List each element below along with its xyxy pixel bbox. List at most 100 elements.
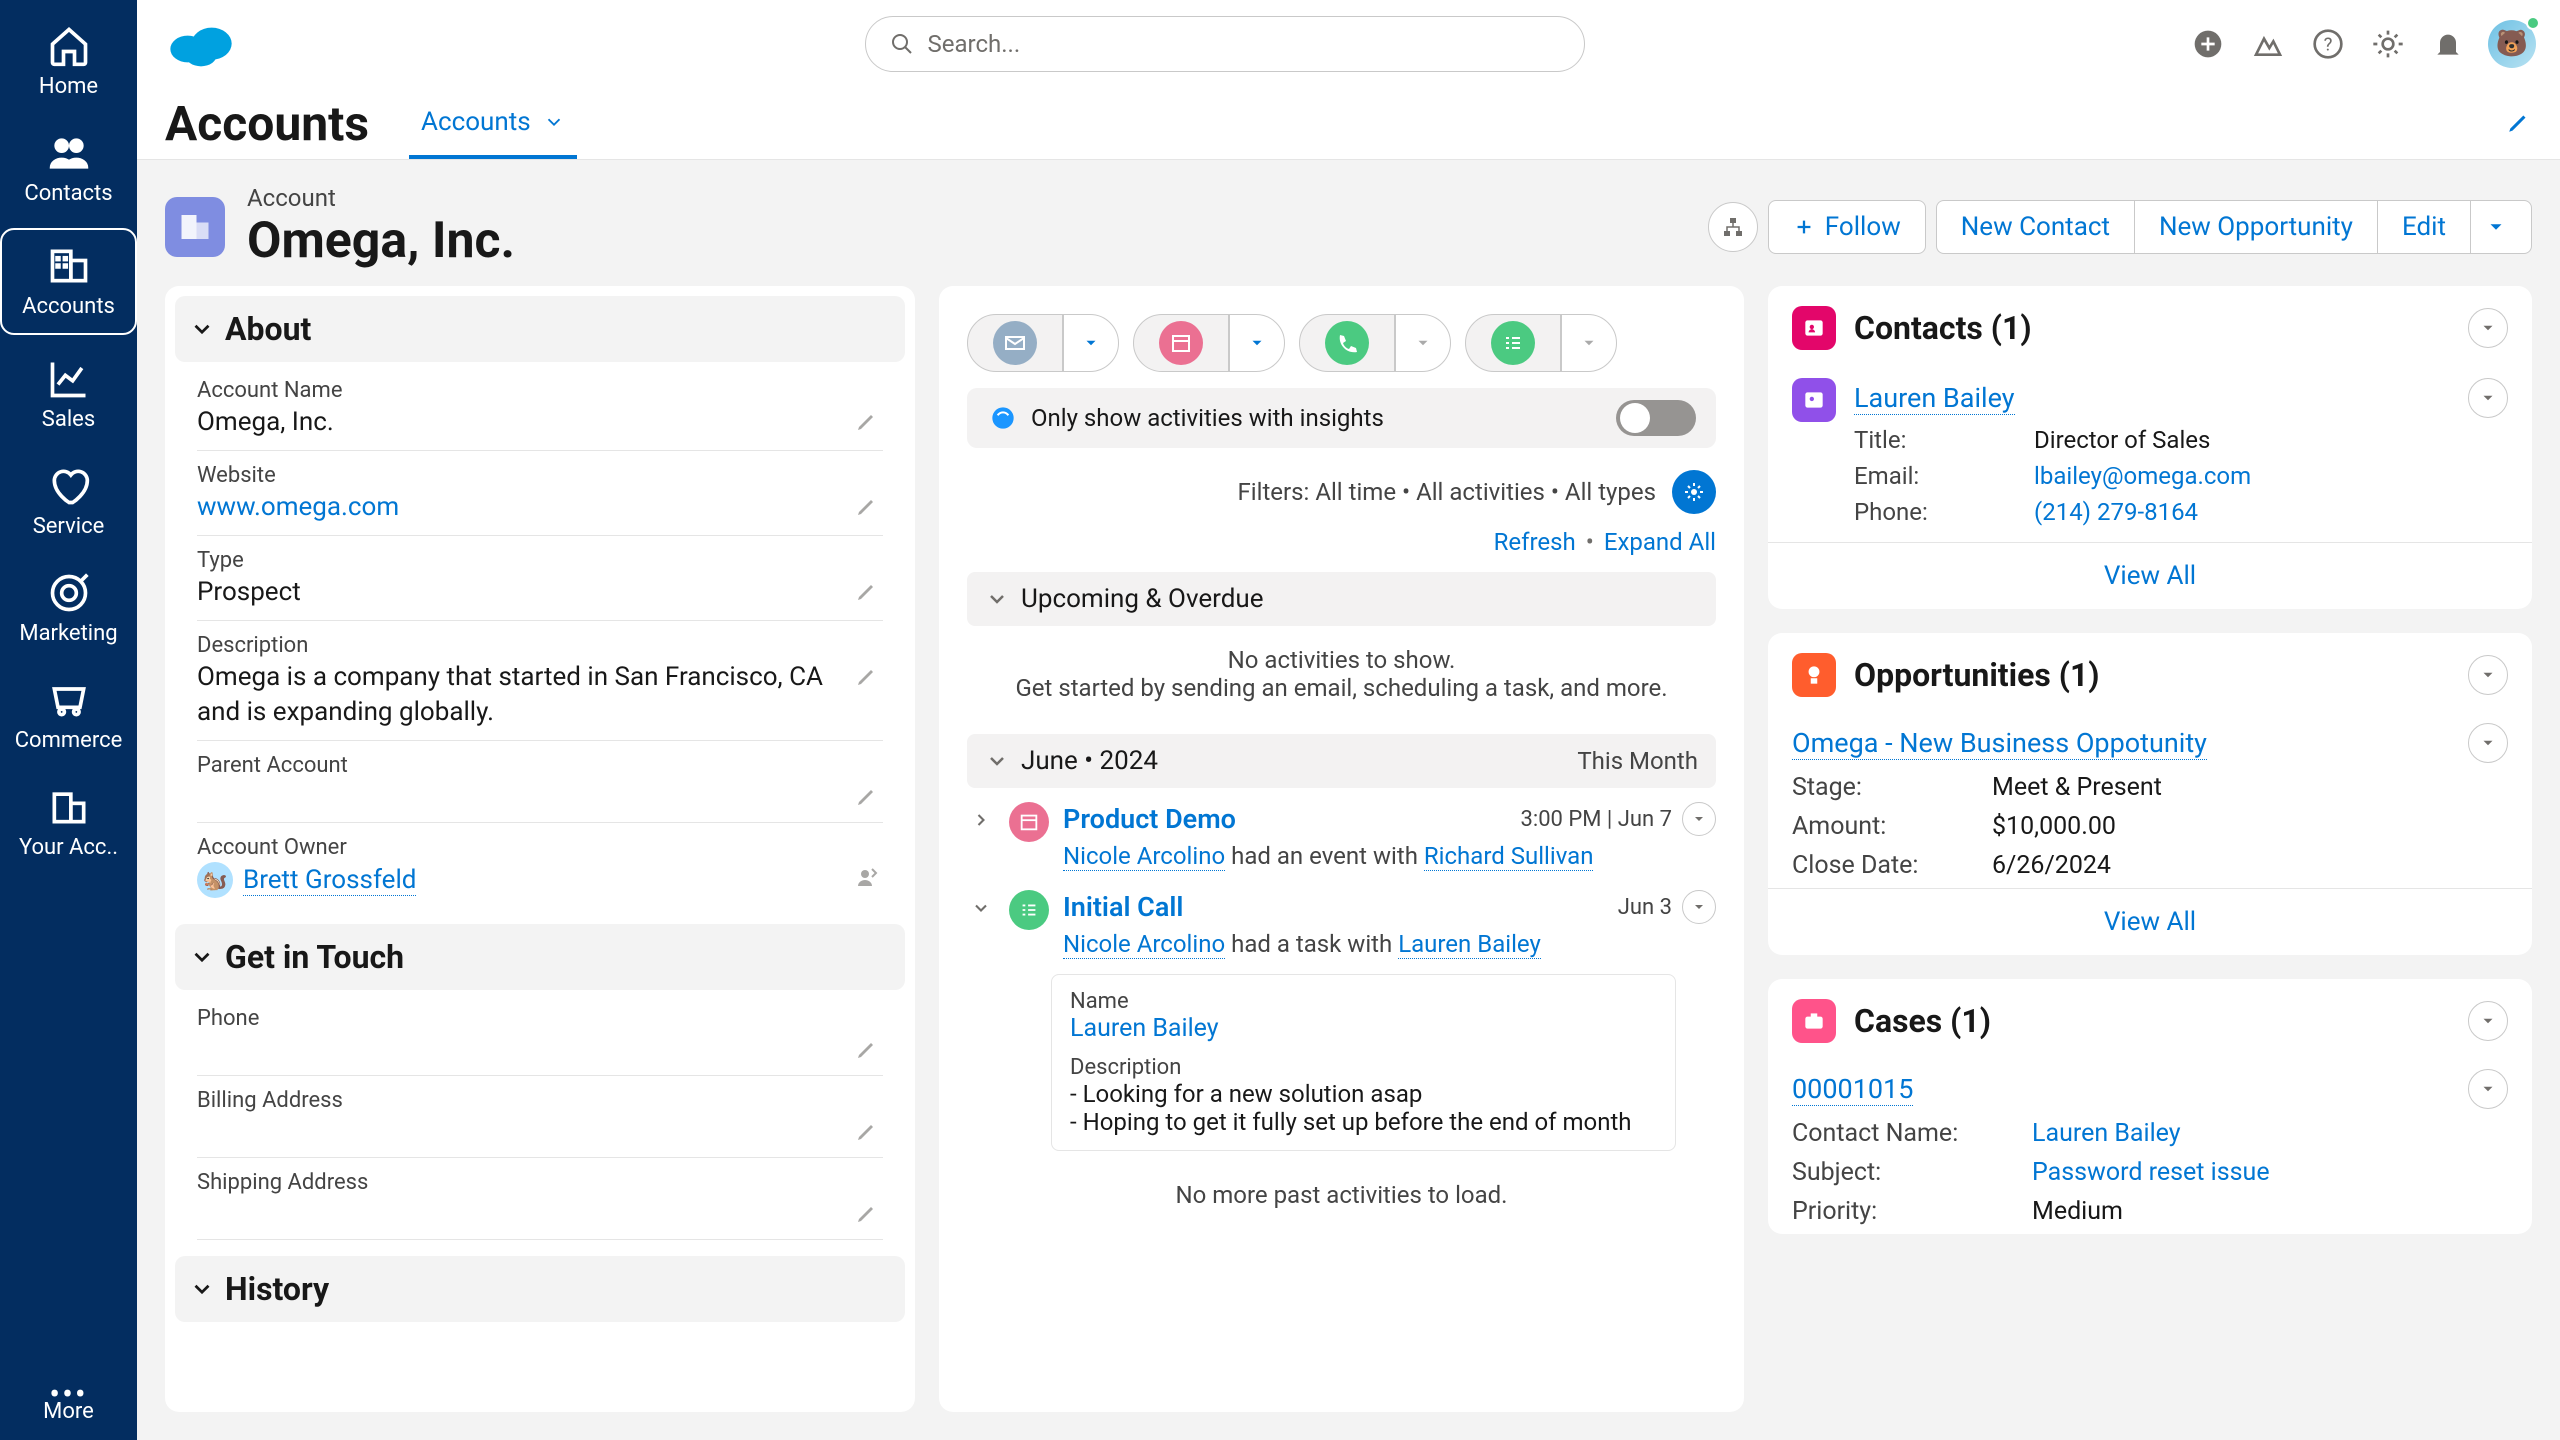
contact-email-value[interactable]: lbailey@omega.com bbox=[2034, 462, 2508, 490]
hierarchy-button[interactable] bbox=[1708, 202, 1758, 252]
cases-menu[interactable] bbox=[2468, 1001, 2508, 1041]
event-menu[interactable] bbox=[1229, 314, 1285, 372]
activity-actor[interactable]: Nicole Arcolino bbox=[1063, 930, 1225, 959]
edit-page-button[interactable] bbox=[2506, 109, 2532, 139]
new-opportunity-button[interactable]: New Opportunity bbox=[2134, 200, 2377, 254]
nav-youracc[interactable]: Your Acc.. bbox=[0, 769, 137, 876]
contact-item-icon bbox=[1792, 378, 1836, 422]
opportunities-viewall[interactable]: View All bbox=[1768, 888, 2532, 955]
marketing-icon bbox=[47, 571, 91, 615]
edit-parent[interactable] bbox=[851, 780, 883, 812]
detail-desc-label: Description bbox=[1070, 1055, 1657, 1080]
email-menu[interactable] bbox=[1063, 314, 1119, 372]
more-icon: ••• bbox=[49, 1389, 87, 1399]
opportunity-name[interactable]: Omega - New Business Oppotunity bbox=[1792, 727, 2207, 760]
edit-type[interactable] bbox=[851, 575, 883, 607]
filter-settings-button[interactable] bbox=[1672, 470, 1716, 514]
activity-actor[interactable]: Nicole Arcolino bbox=[1063, 842, 1225, 871]
edit-button[interactable]: Edit bbox=[2377, 200, 2470, 254]
event-button[interactable] bbox=[1133, 314, 1229, 372]
filters-text: Filters: All time • All activities • All… bbox=[1238, 478, 1656, 506]
history-header[interactable]: History bbox=[175, 1256, 905, 1322]
follow-button[interactable]: Follow bbox=[1768, 200, 1926, 254]
new-contact-button[interactable]: New Contact bbox=[1936, 200, 2134, 254]
nav-home[interactable]: Home bbox=[0, 8, 137, 115]
case-priority-label: Priority: bbox=[1792, 1197, 2032, 1226]
activity-menu[interactable] bbox=[1682, 802, 1716, 836]
object-label: Account bbox=[247, 184, 515, 212]
opportunities-title[interactable]: Opportunities (1) bbox=[1854, 656, 2468, 694]
expand-all-link[interactable]: Expand All bbox=[1604, 528, 1716, 556]
website-value[interactable]: www.omega.com bbox=[197, 490, 851, 525]
tab-accounts[interactable]: Accounts bbox=[409, 89, 577, 159]
nav-commerce[interactable]: Commerce bbox=[0, 662, 137, 769]
trailhead-button[interactable] bbox=[2248, 24, 2288, 64]
contacts-viewall[interactable]: View All bbox=[1768, 542, 2532, 609]
edit-description[interactable] bbox=[851, 660, 883, 692]
expand-toggle[interactable] bbox=[967, 890, 995, 918]
nav-contacts[interactable]: Contacts bbox=[0, 115, 137, 222]
empty-msg-2: Get started by sending an email, schedul… bbox=[1007, 674, 1676, 702]
nav-accounts[interactable]: Accounts bbox=[0, 228, 137, 335]
activity-title[interactable]: Initial Call bbox=[1063, 891, 1618, 923]
nav-sales[interactable]: Sales bbox=[0, 341, 137, 448]
activity-title[interactable]: Product Demo bbox=[1063, 803, 1521, 835]
opportunities-menu[interactable] bbox=[2468, 655, 2508, 695]
chevron-down-icon bbox=[985, 749, 1009, 773]
detail-column: About Account Name Omega, Inc. Website w… bbox=[165, 286, 915, 1412]
refresh-link[interactable]: Refresh bbox=[1494, 528, 1576, 556]
global-search[interactable]: Search... bbox=[865, 16, 1585, 72]
setup-button[interactable] bbox=[2368, 24, 2408, 64]
contacts-title[interactable]: Contacts (1) bbox=[1854, 309, 2468, 347]
user-avatar[interactable]: 🐻 bbox=[2488, 20, 2536, 68]
task-menu[interactable] bbox=[1561, 314, 1617, 372]
contact-phone-value[interactable]: (214) 279-8164 bbox=[2034, 498, 2508, 526]
case-number[interactable]: 00001015 bbox=[1792, 1073, 1913, 1106]
case-subject-value[interactable]: Password reset issue bbox=[2032, 1158, 2508, 1187]
help-button[interactable]: ? bbox=[2308, 24, 2348, 64]
opportunity-item-menu[interactable] bbox=[2468, 723, 2508, 763]
edit-billing[interactable] bbox=[851, 1115, 883, 1147]
get-in-touch-title: Get in Touch bbox=[225, 938, 404, 976]
insights-toggle[interactable] bbox=[1616, 400, 1696, 436]
notifications-button[interactable] bbox=[2428, 24, 2468, 64]
salesforce-logo[interactable] bbox=[161, 16, 241, 72]
nav-home-label: Home bbox=[39, 74, 98, 99]
email-button[interactable] bbox=[967, 314, 1063, 372]
task-button[interactable] bbox=[1465, 314, 1561, 372]
nav-more[interactable]: ••• More bbox=[0, 1373, 137, 1440]
call-button[interactable] bbox=[1299, 314, 1395, 372]
nav-marketing[interactable]: Marketing bbox=[0, 555, 137, 662]
owner-link[interactable]: Brett Grossfeld bbox=[243, 865, 416, 896]
upcoming-header[interactable]: Upcoming & Overdue bbox=[967, 572, 1716, 626]
nav-more-label: More bbox=[43, 1399, 94, 1424]
expand-toggle[interactable] bbox=[967, 802, 995, 830]
contact-name[interactable]: Lauren Bailey bbox=[1854, 382, 2015, 415]
case-contact-value[interactable]: Lauren Bailey bbox=[2032, 1119, 2508, 1148]
add-button[interactable] bbox=[2188, 24, 2228, 64]
activity-target[interactable]: Lauren Bailey bbox=[1398, 930, 1541, 959]
more-actions-button[interactable] bbox=[2470, 200, 2532, 254]
edit-account-name[interactable] bbox=[851, 405, 883, 437]
call-menu[interactable] bbox=[1395, 314, 1451, 372]
refresh-row: Refresh • Expand All bbox=[939, 528, 1744, 572]
activity-menu[interactable] bbox=[1682, 890, 1716, 924]
contact-item-menu[interactable] bbox=[2468, 378, 2508, 418]
edit-website[interactable] bbox=[851, 490, 883, 522]
nav-service[interactable]: Service bbox=[0, 448, 137, 555]
commerce-icon bbox=[47, 678, 91, 722]
change-owner-icon bbox=[855, 866, 879, 890]
case-item-menu[interactable] bbox=[2468, 1069, 2508, 1109]
cases-title[interactable]: Cases (1) bbox=[1854, 1002, 2468, 1040]
month-header[interactable]: June • 2024 This Month bbox=[967, 734, 1716, 788]
edit-shipping[interactable] bbox=[851, 1197, 883, 1229]
get-in-touch-header[interactable]: Get in Touch bbox=[175, 924, 905, 990]
detail-name-label: Name bbox=[1070, 989, 1657, 1014]
change-owner[interactable] bbox=[851, 862, 883, 894]
nav-accounts-label: Accounts bbox=[22, 294, 115, 319]
detail-name-value[interactable]: Lauren Bailey bbox=[1070, 1014, 1657, 1043]
contacts-menu[interactable] bbox=[2468, 308, 2508, 348]
about-section-header[interactable]: About bbox=[175, 296, 905, 362]
activity-target[interactable]: Richard Sullivan bbox=[1424, 842, 1594, 871]
edit-phone[interactable] bbox=[851, 1033, 883, 1065]
